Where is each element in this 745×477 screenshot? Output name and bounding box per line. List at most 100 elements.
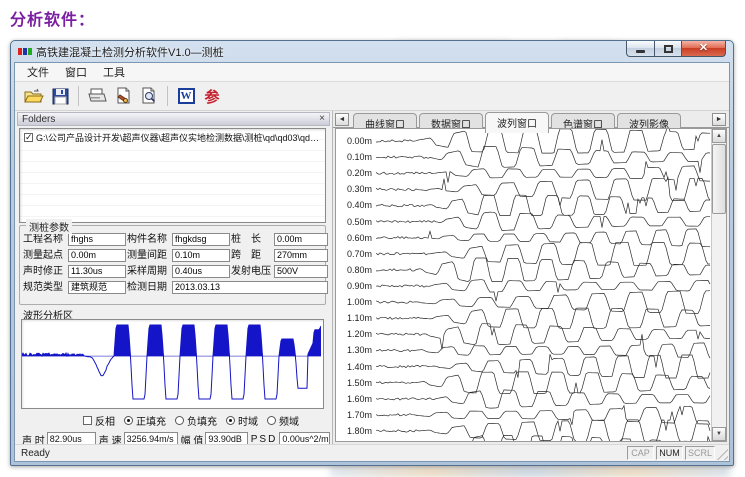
param-label: 工程名称 [23, 233, 67, 246]
param-label: 规范类型 [23, 281, 67, 294]
param-value-field[interactable]: fhgkdsg [172, 233, 230, 246]
app-window: 高铁建混凝土检测分析软件V1.0—测桩 ✕ 文件窗口工具 [10, 40, 734, 466]
scrollbar-thumb[interactable] [712, 144, 726, 214]
depth-label: 1.10m [347, 313, 372, 323]
wave-traces [376, 129, 711, 441]
menu-item-1[interactable]: 窗口 [57, 62, 95, 82]
folders-title: Folders [22, 114, 55, 125]
close-button[interactable]: ✕ [681, 41, 726, 57]
scroll-down-icon[interactable]: ▼ [712, 427, 726, 441]
depth-label: 0.70m [347, 249, 372, 259]
domain-radio-1[interactable] [267, 416, 276, 425]
wave-trace [376, 354, 710, 378]
maximize-icon [664, 45, 673, 53]
open-button[interactable] [21, 84, 47, 108]
wave-trace [376, 212, 710, 230]
param-value-field[interactable]: 0.00m [274, 233, 328, 246]
param-label: 桩 长 [231, 233, 273, 246]
domain-radio-0[interactable] [226, 416, 235, 425]
param-label: 测量起点 [23, 249, 67, 262]
printer-icon [87, 88, 107, 105]
save-button[interactable] [47, 84, 73, 108]
folders-panel-header[interactable]: Folders × [17, 112, 330, 126]
params-grid: 工程名称fhghs构件名称fhgkdsg桩 长0.00m测量起点0.00m测量间… [23, 233, 322, 294]
depth-label: 0.90m [347, 281, 372, 291]
pile-params-groupbox: 测桩参数 工程名称fhghs构件名称fhgkdsg桩 长0.00m测量起点0.0… [19, 225, 326, 305]
folder-list-item[interactable]: G:\公司产品设计开发\超声仪器\超声仪实地检测数据\测桩\qd\qd03\qd… [20, 131, 325, 143]
param-value-field[interactable]: fhghs [68, 233, 126, 246]
wave-trace [376, 390, 710, 408]
time-domain-control[interactable]: 时域 [226, 413, 258, 428]
print-preview-icon [140, 87, 158, 105]
parameters-button[interactable]: 参 [199, 84, 225, 108]
parameters-icon: 参 [204, 86, 219, 107]
depth-label: 0.80m [347, 265, 372, 275]
status-indicator-cap: CAP [627, 446, 654, 460]
left-dock: Folders × G:\公司产品设计开发\超声仪器\超声仪实地检测数据\测桩\… [15, 111, 333, 444]
scroll-up-icon[interactable]: ▲ [712, 129, 726, 143]
invert-checkbox[interactable] [83, 416, 92, 425]
page: 分析软件： 高铁建混凝土检测分析软件V1.0—测桩 ✕ 文件窗口工具 [0, 0, 745, 477]
param-value-field[interactable]: 0.40us [172, 265, 230, 278]
waveform-controls: 反相 正填充 负填充 时域 [19, 413, 328, 428]
wave-trace [376, 140, 710, 173]
fill-positive-control[interactable]: 正填充 [124, 413, 166, 428]
status-indicator-num: NUM [656, 446, 683, 460]
tab-scroll-left-icon[interactable]: ◄ [335, 113, 349, 126]
export-word-button[interactable]: W [173, 84, 199, 108]
depth-label: 0.50m [347, 217, 372, 227]
param-value-field[interactable]: 2013.03.13 [172, 281, 328, 294]
waveform-positive-fill [22, 325, 321, 356]
title-bar[interactable]: 高铁建混凝土检测分析软件V1.0—测桩 ✕ [11, 41, 733, 62]
menu-item-2[interactable]: 工具 [95, 62, 133, 82]
param-value-field[interactable]: 500V [274, 265, 328, 278]
fill-positive-label: 正填充 [136, 413, 166, 428]
print-preview-button[interactable] [136, 84, 162, 108]
invert-control[interactable]: 反相 [81, 413, 115, 428]
client-area: 文件窗口工具 [14, 62, 730, 462]
param-value-field[interactable]: 270mm [274, 249, 328, 262]
depth-label: 1.70m [347, 410, 372, 420]
word-icon: W [178, 88, 195, 104]
print-setup-icon [114, 87, 132, 105]
wave-trace [376, 308, 710, 328]
close-icon: ✕ [699, 43, 708, 54]
tab-2[interactable]: 波列窗口 [485, 112, 549, 133]
wave-trace [376, 291, 710, 314]
wave-trace [376, 280, 710, 302]
minimize-button[interactable] [626, 41, 655, 57]
toolbar: W 参 [15, 82, 729, 111]
folder-checkbox[interactable] [24, 133, 33, 142]
folders-list[interactable]: G:\公司产品设计开发\超声仪器\超声仪实地检测数据\测桩\qd\qd03\qd… [19, 128, 326, 223]
tab-scroll-right-icon[interactable]: ► [712, 113, 726, 126]
waveform-plot[interactable] [21, 319, 324, 409]
folders-close-icon[interactable]: × [319, 114, 325, 124]
waveform-line [22, 325, 321, 399]
wave-traces-svg [376, 129, 711, 441]
fill-radio-1[interactable] [175, 416, 184, 425]
status-message: Ready [15, 448, 50, 459]
depth-labels: 0.00m0.10m0.20m0.30m0.40m0.50m0.60m0.70m… [336, 129, 376, 441]
depth-label: 0.00m [347, 136, 372, 146]
time-domain-label: 时域 [238, 413, 258, 428]
param-value-field[interactable]: 建筑规范 [68, 281, 126, 294]
param-value-field[interactable]: 11.30us [68, 265, 126, 278]
param-value-field[interactable]: 0.10m [172, 249, 230, 262]
app-icon [18, 48, 32, 55]
wave-train-view[interactable]: 0.00m0.10m0.20m0.30m0.40m0.50m0.60m0.70m… [335, 128, 727, 442]
wave-trace [376, 372, 710, 394]
param-value-field[interactable]: 0.00m [68, 249, 126, 262]
print-setup-button[interactable] [110, 84, 136, 108]
fill-negative-control[interactable]: 负填充 [175, 413, 217, 428]
maximize-button[interactable] [654, 41, 682, 57]
page-heading: 分析软件： [10, 6, 95, 30]
vertical-scrollbar[interactable]: ▲ ▼ [711, 129, 726, 441]
status-indicator-scrl: SCRL [685, 446, 715, 460]
menu-item-0[interactable]: 文件 [19, 62, 57, 82]
freq-domain-control[interactable]: 频域 [267, 413, 299, 428]
print-button[interactable] [84, 84, 110, 108]
fill-radio-0[interactable] [124, 416, 133, 425]
param-label: 测量间距 [127, 249, 171, 262]
open-folder-icon [24, 88, 44, 104]
fill-negative-label: 负填充 [187, 413, 217, 428]
